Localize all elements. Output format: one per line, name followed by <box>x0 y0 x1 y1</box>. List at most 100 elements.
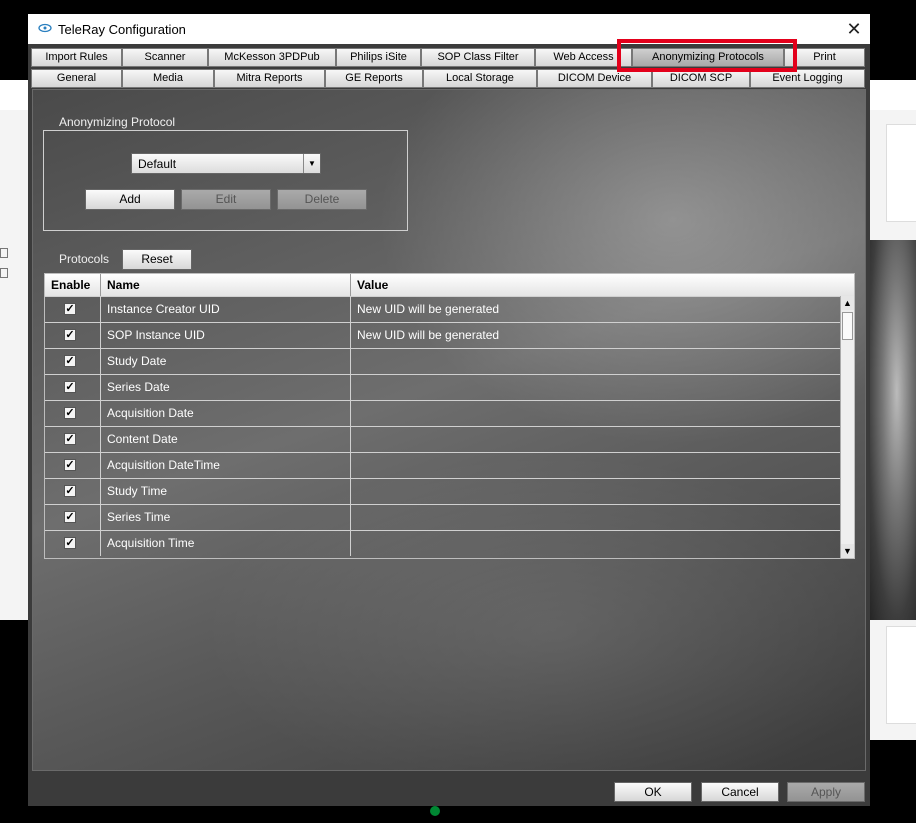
enable-checkbox[interactable]: ✓ <box>64 303 76 315</box>
enable-checkbox[interactable]: ✓ <box>64 381 76 393</box>
tab-mitra-reports[interactable]: Mitra Reports <box>214 69 325 88</box>
expand-icon <box>0 248 8 258</box>
cancel-button[interactable]: Cancel <box>701 782 779 802</box>
delete-button[interactable]: Delete <box>277 189 367 210</box>
enable-cell: ✓ <box>45 375 101 400</box>
column-header-enable[interactable]: Enable <box>45 274 101 296</box>
scroll-up-icon[interactable]: ▲ <box>841 296 854 310</box>
name-cell: Series Date <box>101 375 351 400</box>
status-indicator-icon <box>430 806 440 816</box>
tab-print[interactable]: Print <box>784 48 865 67</box>
thumbnail-tile <box>886 124 916 222</box>
value-cell[interactable]: New UID will be generated <box>351 297 840 322</box>
enable-checkbox[interactable]: ✓ <box>64 329 76 341</box>
name-cell: Instance Creator UID <box>101 297 351 322</box>
enable-checkbox[interactable]: ✓ <box>64 433 76 445</box>
enable-checkbox[interactable]: ✓ <box>64 459 76 471</box>
enable-cell: ✓ <box>45 349 101 374</box>
name-cell: SOP Instance UID <box>101 323 351 348</box>
value-cell[interactable] <box>351 479 840 504</box>
enable-checkbox[interactable]: ✓ <box>64 407 76 419</box>
value-cell[interactable] <box>351 531 840 556</box>
tab-ge-reports[interactable]: GE Reports <box>325 69 423 88</box>
table-row[interactable]: ✓ Acquisition DateTime <box>45 452 840 478</box>
table-scrollbar[interactable]: ▲ ▼ <box>840 296 854 558</box>
name-cell: Study Date <box>101 349 351 374</box>
tab-anonymizing-protocols[interactable]: Anonymizing Protocols <box>632 48 784 67</box>
table-row[interactable]: ✓ Acquisition Date <box>45 400 840 426</box>
name-cell: Acquisition Time <box>101 531 351 556</box>
table-row[interactable]: ✓ Acquisition Time <box>45 530 840 556</box>
configuration-dialog: TeleRay Configuration ✕ Import Rules Sca… <box>28 14 870 806</box>
protocol-select-value: Default <box>138 157 177 171</box>
tab-media[interactable]: Media <box>122 69 214 88</box>
image-viewport <box>868 240 916 620</box>
column-header-value[interactable]: Value <box>351 274 854 296</box>
value-cell[interactable] <box>351 505 840 530</box>
table-row[interactable]: ✓ Series Time <box>45 504 840 530</box>
background-app-right-panel <box>868 110 916 740</box>
enable-cell: ✓ <box>45 427 101 452</box>
table-row[interactable]: ✓ SOP Instance UID New UID will be gener… <box>45 322 840 348</box>
enable-cell: ✓ <box>45 401 101 426</box>
value-cell[interactable]: New UID will be generated <box>351 323 840 348</box>
tab-dicom-device[interactable]: DICOM Device <box>537 69 652 88</box>
protocols-table: Enable Name Value ✓ Instance Creator UID… <box>44 273 855 559</box>
name-cell: Acquisition DateTime <box>101 453 351 478</box>
tab-dicom-scp[interactable]: DICOM SCP <box>652 69 750 88</box>
ok-button[interactable]: OK <box>614 782 692 802</box>
title-bar: TeleRay Configuration ✕ <box>28 14 870 44</box>
column-header-name[interactable]: Name <box>101 274 351 296</box>
scrollbar-thumb[interactable] <box>842 312 853 340</box>
table-row[interactable]: ✓ Study Time <box>45 478 840 504</box>
apply-button[interactable]: Apply <box>787 782 865 802</box>
value-cell[interactable] <box>351 375 840 400</box>
protocol-select[interactable]: Default ▼ <box>131 153 321 174</box>
enable-checkbox[interactable]: ✓ <box>64 485 76 497</box>
tab-web-access[interactable]: Web Access <box>535 48 632 67</box>
name-cell: Study Time <box>101 479 351 504</box>
thumbnail-tile <box>886 626 916 724</box>
tab-event-logging[interactable]: Event Logging <box>750 69 865 88</box>
enable-checkbox[interactable]: ✓ <box>64 355 76 367</box>
table-row[interactable]: ✓ Instance Creator UID New UID will be g… <box>45 296 840 322</box>
scroll-down-icon[interactable]: ▼ <box>841 544 854 558</box>
chevron-down-icon[interactable]: ▼ <box>303 154 320 173</box>
table-row[interactable]: ✓ Content Date <box>45 426 840 452</box>
protocols-label: Protocols <box>59 252 110 266</box>
anonymizing-protocol-label: Anonymizing Protocol <box>59 115 176 129</box>
tab-scanner[interactable]: Scanner <box>122 48 208 67</box>
tab-sop-class-filter[interactable]: SOP Class Filter <box>421 48 535 67</box>
anonymizing-protocol-group <box>43 130 408 231</box>
enable-checkbox[interactable]: ✓ <box>64 537 76 549</box>
tab-mckesson-3pdpub[interactable]: McKesson 3PDPub <box>208 48 336 67</box>
tab-import-rules[interactable]: Import Rules <box>31 48 122 67</box>
value-cell[interactable] <box>351 427 840 452</box>
add-button[interactable]: Add <box>85 189 175 210</box>
value-cell[interactable] <box>351 349 840 374</box>
enable-cell: ✓ <box>45 479 101 504</box>
background-app-left-panel <box>0 110 30 620</box>
enable-cell: ✓ <box>45 297 101 322</box>
tab-local-storage[interactable]: Local Storage <box>423 69 537 88</box>
enable-cell: ✓ <box>45 505 101 530</box>
table-header: Enable Name Value <box>45 274 854 296</box>
expand-icon <box>0 268 8 278</box>
name-cell: Series Time <box>101 505 351 530</box>
anonymizing-protocols-panel: Anonymizing Protocol Default ▼ Add Edit … <box>32 89 866 771</box>
table-row[interactable]: ✓ Study Date <box>45 348 840 374</box>
close-icon[interactable]: ✕ <box>840 17 868 41</box>
enable-cell: ✓ <box>45 323 101 348</box>
window-title: TeleRay Configuration <box>58 22 186 37</box>
reset-button[interactable]: Reset <box>122 249 192 270</box>
edit-button[interactable]: Edit <box>181 189 271 210</box>
enable-checkbox[interactable]: ✓ <box>64 511 76 523</box>
table-row[interactable]: ✓ Series Date <box>45 374 840 400</box>
name-cell: Acquisition Date <box>101 401 351 426</box>
value-cell[interactable] <box>351 453 840 478</box>
value-cell[interactable] <box>351 401 840 426</box>
tab-general[interactable]: General <box>31 69 122 88</box>
name-cell: Content Date <box>101 427 351 452</box>
tab-philips-isite[interactable]: Philips iSite <box>336 48 421 67</box>
enable-cell: ✓ <box>45 531 101 556</box>
